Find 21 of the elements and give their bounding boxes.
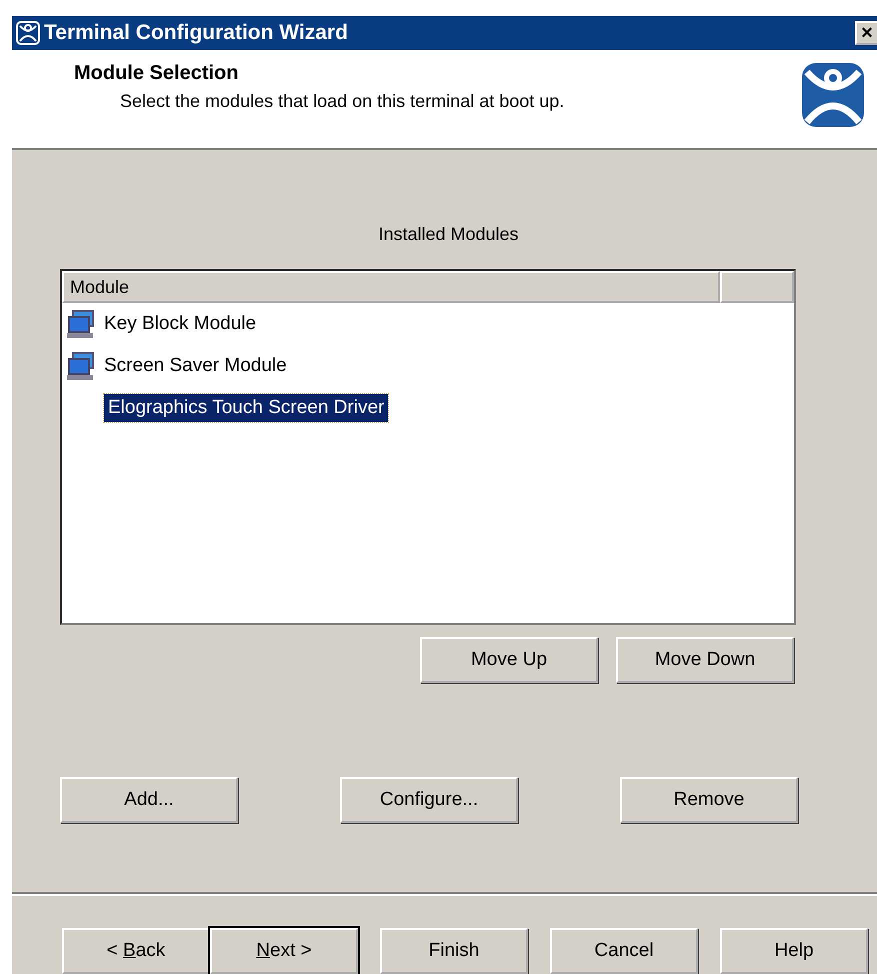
move-button[interactable]: Move Up [420, 637, 598, 683]
move-button[interactable]: Move Down [616, 637, 794, 683]
action-button[interactable]: Add... [60, 777, 238, 823]
window-title: Terminal Configuration Wizard [44, 21, 349, 45]
page-title: Module Selection [74, 62, 240, 85]
page-subtitle: Select the modules that load on this terminal at boot up. [119, 91, 566, 112]
column-header[interactable]: Module [62, 271, 720, 303]
nav-button[interactable]: Cancel [550, 928, 698, 974]
list-item[interactable]: Screen Saver Module [100, 352, 291, 380]
logo-icon [16, 21, 40, 45]
list-label: Installed Modules [378, 224, 519, 245]
list-item[interactable]: Key Block Module [100, 310, 260, 338]
nav-button[interactable]: < Back [62, 928, 210, 974]
nav-button[interactable]: Next > [210, 928, 358, 974]
list-item[interactable]: Elographics Touch Screen Driver [104, 394, 388, 422]
nav-button[interactable]: Help [720, 928, 868, 974]
close-button[interactable]: × [855, 21, 877, 45]
nav-button[interactable]: Finish [380, 928, 528, 974]
logo-icon [801, 62, 865, 128]
action-button[interactable]: Configure... [340, 777, 518, 823]
action-button[interactable]: Remove [620, 777, 798, 823]
